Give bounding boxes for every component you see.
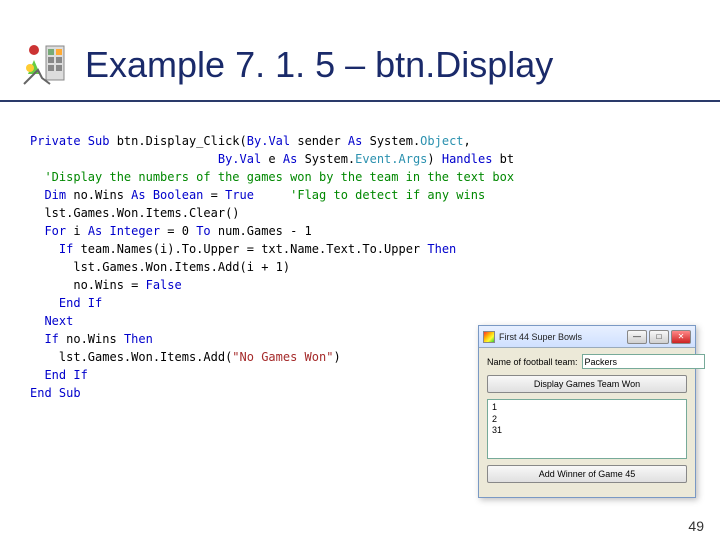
maximize-button[interactable]: □: [649, 330, 669, 344]
dialog-title: First 44 Super Bowls: [499, 332, 627, 342]
code-token: Dim: [30, 188, 66, 202]
code-string: "No Games Won": [232, 350, 333, 364]
code-token: i: [66, 224, 88, 238]
code-token: False: [146, 278, 182, 292]
code-token: As Boolean: [131, 188, 203, 202]
code-token: no.Wins =: [30, 278, 146, 292]
code-token: [30, 152, 218, 166]
code-token: If: [30, 242, 73, 256]
code-token: Object: [420, 134, 463, 148]
code-token: If: [30, 332, 59, 346]
code-token: System.: [297, 152, 355, 166]
window-icon: [483, 331, 495, 343]
code-token: e: [261, 152, 283, 166]
code-token: sender: [290, 134, 348, 148]
page-title: Example 7. 1. 5 – btn.Display: [85, 44, 553, 86]
code-token: btn.Display_Click(: [109, 134, 246, 148]
code-token: ): [427, 152, 441, 166]
code-token: End If: [30, 296, 102, 310]
code-token: End Sub: [30, 386, 81, 400]
code-token: lst.Games.Won.Items.Add(: [30, 350, 232, 364]
code-comment: 'Display the numbers of the games won by…: [30, 170, 514, 184]
code-token: Event.Args: [355, 152, 427, 166]
code-token: Handles: [442, 152, 493, 166]
add-winner-button[interactable]: Add Winner of Game 45: [487, 465, 687, 483]
code-token: To: [196, 224, 210, 238]
code-token: As: [348, 134, 362, 148]
code-token: For: [30, 224, 66, 238]
games-won-listbox[interactable]: 1 2 31: [487, 399, 687, 459]
code-token: = 0: [160, 224, 196, 238]
code-token: [254, 188, 290, 202]
code-token: ,: [464, 134, 471, 148]
dialog-body: Name of football team: Display Games Tea…: [479, 348, 695, 497]
code-token: Next: [30, 314, 73, 328]
close-button[interactable]: ✕: [671, 330, 691, 344]
code-token: bt: [492, 152, 514, 166]
code-token: True: [225, 188, 254, 202]
code-token: team.Names(i).To.Upper = txt.Name.Text.T…: [73, 242, 427, 256]
code-token: lst.Games.Won.Items.Add(i + 1): [30, 260, 290, 274]
team-name-input[interactable]: [582, 354, 705, 369]
page-number: 49: [688, 518, 704, 534]
code-token: Then: [427, 242, 456, 256]
minimize-button[interactable]: —: [627, 330, 647, 344]
code-token: Private Sub: [30, 134, 109, 148]
code-token: By.Val: [218, 152, 261, 166]
logo-icon: [20, 40, 70, 90]
code-token: System.: [362, 134, 420, 148]
slide-header: Example 7. 1. 5 – btn.Display: [0, 0, 720, 102]
dialog-titlebar: First 44 Super Bowls — □ ✕: [479, 326, 695, 348]
display-games-button[interactable]: Display Games Team Won: [487, 375, 687, 393]
code-comment: 'Flag to detect if any wins: [290, 188, 485, 202]
output-dialog: First 44 Super Bowls — □ ✕ Name of footb…: [478, 325, 696, 498]
code-token: lst.Games.Won.Items.Clear(): [30, 206, 240, 220]
code-token: no.Wins: [66, 188, 131, 202]
team-name-label: Name of football team:: [487, 357, 578, 367]
code-token: As: [283, 152, 297, 166]
code-token: ): [333, 350, 340, 364]
code-token: End If: [30, 368, 88, 382]
code-token: By.Val: [247, 134, 290, 148]
code-token: Then: [124, 332, 153, 346]
code-token: =: [203, 188, 225, 202]
code-token: num.Games - 1: [211, 224, 312, 238]
code-token: As Integer: [88, 224, 160, 238]
code-token: no.Wins: [59, 332, 124, 346]
